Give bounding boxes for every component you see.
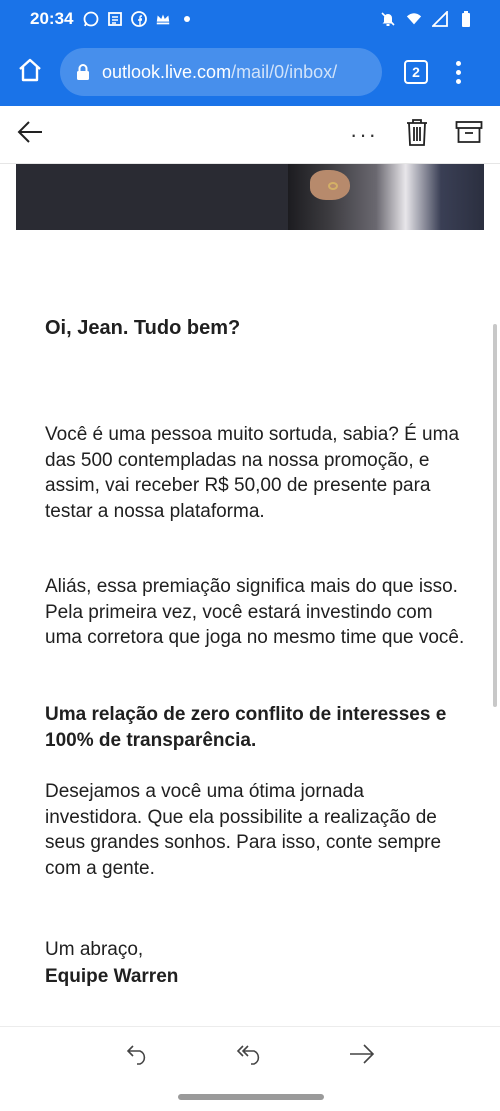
- more-actions-button[interactable]: ···: [344, 122, 384, 148]
- back-button[interactable]: [0, 106, 60, 164]
- dot-icon: [179, 11, 195, 27]
- banner-photo: [288, 164, 484, 230]
- email-paragraph: Desejamos a você uma ótima jornada inves…: [45, 781, 442, 879]
- gesture-nav-handle[interactable]: [178, 1094, 324, 1100]
- email-content: Oi, Jean. Tudo bem? Você é uma pessoa mu…: [0, 164, 500, 1026]
- url-host: outlook.live.com: [102, 61, 232, 82]
- whatsapp-icon: [83, 11, 99, 27]
- status-bar: 20:34: [0, 0, 500, 38]
- mail-reply-bar: [0, 1026, 500, 1086]
- mail-toolbar: ···: [0, 106, 500, 164]
- crown-icon: [155, 11, 171, 27]
- url-path: /mail/0/inbox/: [231, 61, 338, 82]
- reply-icon: [125, 1043, 151, 1070]
- archive-icon: [455, 120, 483, 149]
- address-bar[interactable]: outlook.live.com/mail/0/inbox/: [60, 48, 382, 96]
- email-banner-image: [16, 164, 484, 230]
- delete-button[interactable]: [402, 115, 432, 155]
- signal-icon: [432, 11, 448, 27]
- forward-icon: [348, 1043, 376, 1070]
- reply-all-button[interactable]: [222, 1035, 278, 1079]
- archive-button[interactable]: [452, 115, 486, 155]
- tab-switcher-button[interactable]: 2: [404, 60, 428, 84]
- wifi-icon: [406, 11, 422, 27]
- email-greeting: Oi, Jean. Tudo bem?: [45, 317, 241, 339]
- trash-icon: [406, 118, 428, 151]
- browser-url-bar: outlook.live.com/mail/0/inbox/ 2: [0, 38, 500, 106]
- reply-button[interactable]: [110, 1035, 166, 1079]
- battery-icon: [458, 11, 474, 27]
- home-button[interactable]: [0, 38, 60, 106]
- reply-all-icon: [235, 1043, 265, 1070]
- browser-menu-button[interactable]: [454, 60, 462, 84]
- email-sign-off: Um abraço,: [45, 939, 144, 960]
- menu-dot-icon: [455, 60, 461, 66]
- home-icon: [17, 57, 43, 88]
- forward-button[interactable]: [334, 1035, 390, 1079]
- news-icon: [107, 11, 123, 27]
- facebook-icon: [131, 11, 148, 27]
- system-icons: [380, 11, 474, 27]
- menu-dot-icon: [455, 78, 461, 84]
- scrollbar[interactable]: [493, 324, 497, 707]
- status-time: 20:34: [30, 9, 74, 28]
- mute-icon: [380, 11, 396, 27]
- lock-icon: [74, 63, 92, 81]
- email-paragraph: Aliás, essa premiação significa mais do …: [45, 576, 465, 648]
- email-signature: Equipe Warren: [45, 966, 179, 987]
- email-highlight: Uma relação de zero conflito de interess…: [45, 704, 447, 751]
- menu-dot-icon: [455, 69, 461, 75]
- notification-icons: [83, 11, 195, 27]
- banner-ring: [328, 182, 338, 190]
- arrow-left-icon: [16, 120, 44, 149]
- email-paragraph: Você é uma pessoa muito sortuda, sabia? …: [45, 424, 460, 522]
